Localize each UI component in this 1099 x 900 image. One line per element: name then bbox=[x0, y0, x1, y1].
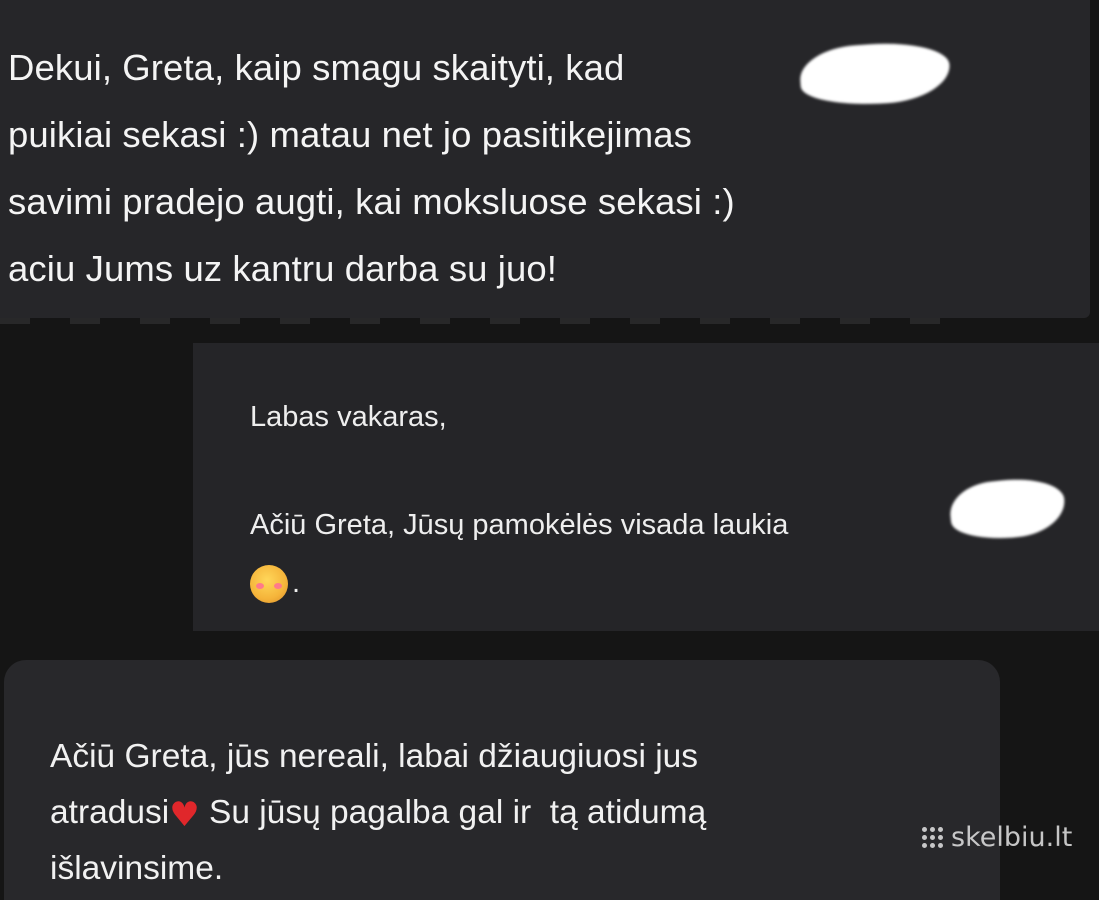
message-3-line-3: išlavinsime. bbox=[50, 850, 224, 887]
message-3-line-2-start: atradusi bbox=[50, 794, 170, 831]
smiling-face-with-hearts-icon bbox=[250, 565, 288, 604]
watermark: skelbiu.lt bbox=[922, 822, 1072, 853]
message-1-line-2: puikiai sekasi :) matau net jo pasitikej… bbox=[8, 114, 692, 155]
message-3-line-2-end: Su jūsų pagalba gal ir tą atidumą bbox=[199, 794, 707, 831]
message-2-emoji-line: . bbox=[250, 554, 1079, 612]
message-3-line-1: Ačiū Greta, jūs nereali, labai džiaugiuo… bbox=[50, 738, 699, 775]
watermark-text: skelbiu.lt bbox=[951, 822, 1073, 853]
message-1-line-4: aciu Jums uz kantru darba su juo! bbox=[8, 248, 558, 289]
message-3-line-2: atradusi♥ Su jūsų pagalba gal ir tą atid… bbox=[50, 785, 980, 841]
message-bubble-3: Ačiū Greta, jūs nereali, labai džiaugiuo… bbox=[4, 660, 1000, 900]
watermark-logo-icon bbox=[922, 827, 943, 848]
chat-screenshot: Dekui, Greta, kaip smagu skaityti, kad p… bbox=[0, 0, 1099, 900]
message-2-tail: . bbox=[292, 567, 301, 599]
cropped-text-fragment bbox=[0, 318, 960, 324]
message-2-spacer bbox=[250, 446, 1079, 496]
red-heart-icon: ♥ bbox=[169, 795, 200, 835]
message-bubble-2: Labas vakaras, Ačiū Greta, Jūsų pamokėlė… bbox=[193, 343, 1099, 631]
message-1-line-3: savimi pradejo augti, kai moksluose seka… bbox=[8, 181, 735, 222]
message-2-greeting: Labas vakaras, bbox=[250, 401, 447, 433]
